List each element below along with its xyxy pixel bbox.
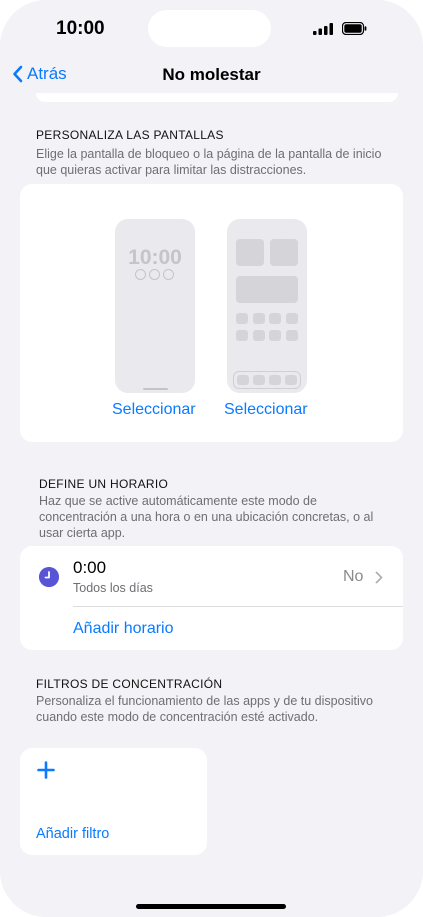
page-title: No molestar [162, 65, 261, 84]
schedule-section-description: Haz que se active automáticamente este m… [39, 494, 374, 540]
lock-screen-home-bar [143, 388, 168, 390]
schedule-days: Todos los días [73, 581, 153, 595]
battery-icon [342, 22, 367, 35]
clock-icon [39, 567, 59, 587]
plus-icon [37, 761, 55, 779]
add-schedule-button[interactable]: Añadir horario [73, 620, 174, 638]
schedule-time: 0:00 [73, 558, 107, 577]
screens-card: 10:00 Seleccionar Seleccionar [20, 184, 403, 442]
previous-card-edge [36, 93, 398, 102]
phone-screen: 10:00 Atrás No molestar PERSONALIZA LAS … [0, 0, 423, 917]
chevron-right-icon [375, 571, 383, 584]
home-indicator [136, 904, 286, 909]
signal-icon [313, 23, 333, 35]
schedule-section-header: DEFINE UN HORARIO [39, 477, 169, 491]
status-bar: 10:00 [0, 0, 423, 58]
lock-screen-time: 10:00 [128, 246, 182, 269]
navigation-bar: Atrás No molestar [0, 58, 423, 92]
select-home-screen-button[interactable]: Seleccionar [224, 401, 308, 419]
screens-section-header: PERSONALIZA LAS PANTALLAS [36, 128, 224, 142]
select-lock-screen-button[interactable]: Seleccionar [112, 401, 196, 419]
filters-section-description: Personaliza el funcionamiento de las app… [36, 694, 374, 724]
add-filter-button[interactable]: Añadir filtro [36, 826, 109, 842]
screens-section-description: Elige la pantalla de bloqueo o la página… [36, 147, 382, 177]
status-time: 10:00 [56, 18, 105, 39]
row-separator [73, 606, 403, 607]
lock-screen-preview[interactable]: 10:00 [115, 219, 195, 393]
lock-screen-widgets [135, 269, 174, 280]
schedule-status: No [343, 568, 364, 585]
filters-section-header: FILTROS DE CONCENTRACIÓN [36, 677, 223, 691]
home-screen-dock [233, 371, 301, 389]
home-screen-preview[interactable] [227, 219, 307, 393]
dynamic-island [148, 10, 271, 47]
